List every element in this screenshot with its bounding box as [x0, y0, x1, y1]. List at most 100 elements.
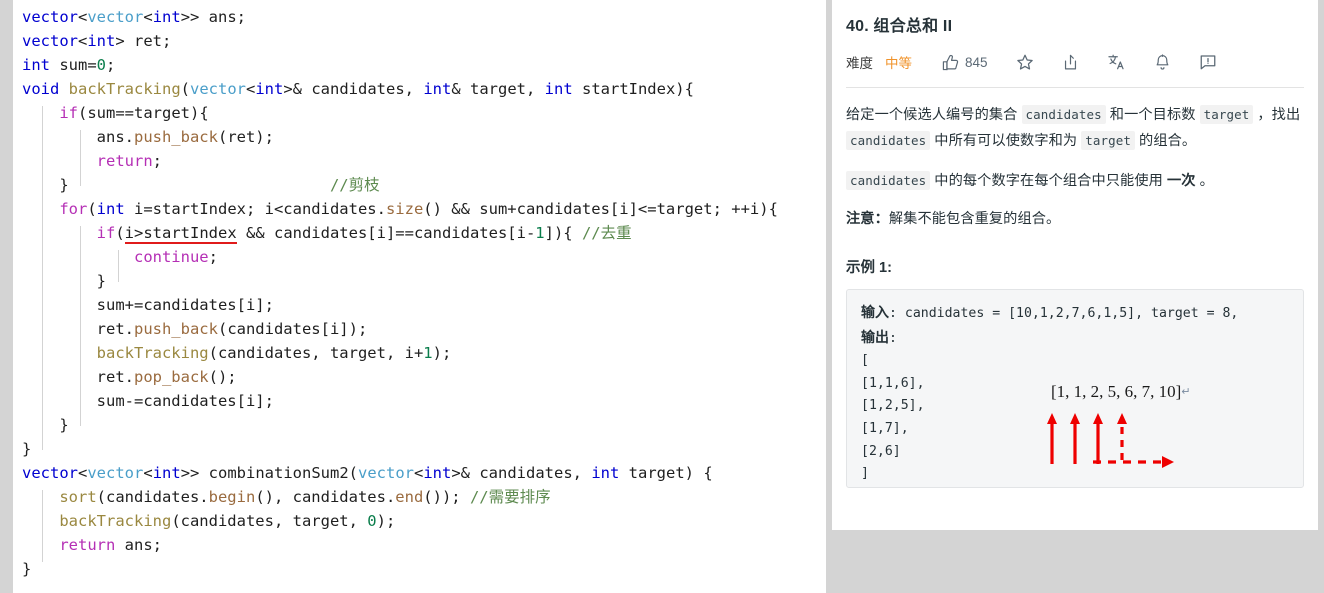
like-count: 845: [965, 54, 988, 70]
code-token: ;: [208, 248, 218, 266]
screenshot-root: vector<vector<int>> ans; vector<int> ret;…: [0, 0, 1324, 593]
code-token: i=startIndex; i<candidates.: [124, 200, 386, 218]
code-token: vector: [22, 464, 78, 482]
code-token: if: [59, 104, 78, 122]
code-line: backTracking(candidates, target, 0);: [13, 509, 826, 533]
code-text[interactable]: vector<vector<int>> ans; vector<int> ret;…: [13, 5, 826, 581]
code-token: return: [96, 152, 153, 170]
code-token: ;: [152, 152, 162, 170]
code-token: ans.: [22, 128, 134, 146]
code-token: 0: [96, 56, 107, 74]
code-token: <: [78, 464, 88, 482]
code-token: ());: [423, 488, 470, 506]
code-line: sum-=candidates[i];: [13, 389, 826, 413]
problem-description-panel: 40. 组合总和 II 难度 中等 845 给定一个候选人编号的集合 candi…: [832, 0, 1318, 530]
desc-text: 给定一个候选人编号的集合: [846, 107, 1022, 123]
code-token: (: [87, 200, 97, 218]
code-token: push_back: [133, 320, 218, 338]
note-text: 解集不能包含重复的组合。: [888, 211, 1061, 227]
code-token: <: [246, 80, 256, 98]
code-token: (candidates, target,: [171, 512, 368, 530]
example-heading: 示例 1:: [846, 260, 892, 276]
bell-button[interactable]: [1154, 53, 1171, 71]
code-token: int: [96, 200, 125, 218]
code-token: vector: [358, 464, 414, 482]
note-label: 注意：: [846, 211, 889, 227]
code-token: vector: [22, 8, 78, 26]
code-token: int: [152, 464, 181, 482]
code-token: sum-=candidates[i];: [22, 392, 274, 410]
code-line: return;: [13, 149, 826, 173]
desc-text: 和一个目标数: [1105, 107, 1200, 123]
code-token: }: [22, 272, 106, 290]
code-line: ret.push_back(candidates[i]);: [13, 317, 826, 341]
desc-text: 中所有可以使数字和为: [930, 133, 1082, 149]
code-token: }: [22, 560, 32, 578]
code-line: return ans;: [13, 533, 826, 557]
star-button[interactable]: [1016, 53, 1034, 71]
code-token: for: [59, 200, 88, 218]
code-token: int: [544, 80, 573, 98]
code-line: ret.pop_back();: [13, 365, 826, 389]
code-token: vector: [87, 464, 144, 482]
desc-text: 中的每个数字在每个组合中只能使用: [930, 173, 1167, 189]
translate-button[interactable]: [1107, 53, 1126, 71]
code-token: <: [78, 32, 88, 50]
code-line: int sum=0;: [13, 53, 826, 77]
code-token: vector: [87, 8, 144, 26]
thumbs-up-icon: [942, 54, 959, 71]
code-token: <: [143, 464, 153, 482]
thumbs-up-button[interactable]: 845: [942, 54, 988, 71]
code-token: ]){: [544, 224, 582, 242]
comment-button[interactable]: [1199, 53, 1217, 71]
code-editor-panel[interactable]: vector<vector<int>> ans; vector<int> ret;…: [13, 0, 826, 593]
code-token: <: [414, 464, 424, 482]
problem-note: 注意：解集不能包含重复的组合。: [846, 206, 1304, 232]
code-token: >& candidates,: [283, 80, 424, 98]
code-token: 1: [535, 224, 545, 242]
difficulty-badge: 中等: [885, 56, 912, 71]
header-divider: [846, 87, 1304, 88]
code-line: sort(candidates.begin(), candidates.end(…: [13, 485, 826, 509]
inline-code-candidates: candidates: [1021, 105, 1106, 124]
code-line: if(sum==target){: [13, 101, 826, 125]
code-token: i>startIndex: [124, 224, 237, 244]
code-token: ;: [106, 56, 116, 74]
code-token: begin: [208, 488, 256, 506]
code-token: (candidates.: [96, 488, 209, 506]
code-token: int: [22, 56, 50, 74]
code-line: }: [13, 269, 826, 293]
desc-text: 。: [1195, 173, 1214, 189]
code-line: vector<vector<int>> combinationSum2(vect…: [13, 461, 826, 485]
code-token: sum+=candidates[i];: [22, 296, 274, 314]
code-token: int: [591, 464, 620, 482]
code-token: >& candidates,: [451, 464, 592, 482]
code-line: void backTracking(vector<int>& candidate…: [13, 77, 826, 101]
code-token: }: [22, 176, 330, 194]
problem-description-p1: 给定一个候选人编号的集合 candidates 和一个目标数 target ，找…: [846, 102, 1304, 154]
code-token: }: [22, 416, 69, 434]
comment-icon: [1199, 53, 1217, 71]
desc-text: 的组合。: [1135, 133, 1197, 149]
code-token: 1: [423, 344, 433, 362]
code-token: backTracking: [96, 344, 209, 362]
example-label: 输出: [861, 328, 889, 345]
annotation-arrows: [1047, 413, 1174, 468]
code-token: 0: [367, 512, 377, 530]
code-line: continue;: [13, 245, 826, 269]
code-token: backTracking: [68, 80, 181, 98]
inline-code-target: target: [1081, 131, 1135, 150]
code-token: (candidates[i]);: [217, 320, 368, 338]
code-line: }: [13, 413, 826, 437]
code-token: backTracking: [59, 512, 172, 530]
code-token: //剪枝: [329, 176, 380, 194]
code-token: );: [432, 344, 452, 362]
share-button[interactable]: [1062, 54, 1079, 71]
